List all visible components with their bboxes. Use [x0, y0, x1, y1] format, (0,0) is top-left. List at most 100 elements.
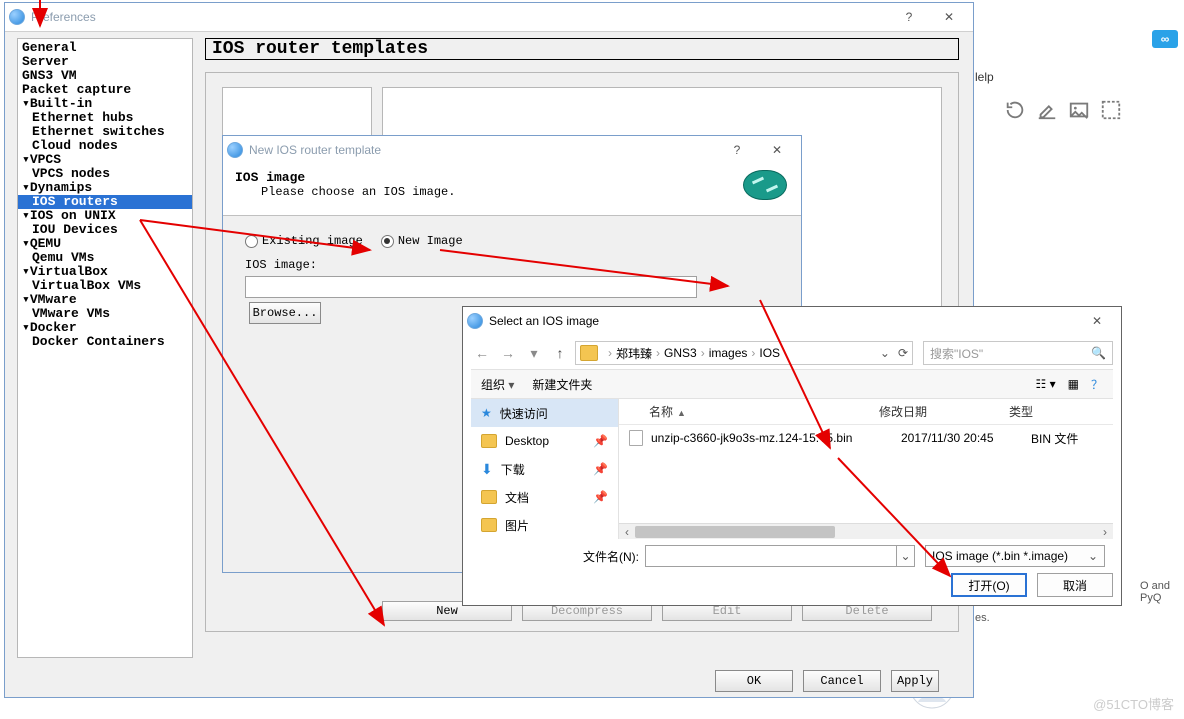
sort-caret-icon: ▲	[677, 408, 686, 418]
browse-button[interactable]: Browse...	[249, 302, 321, 324]
file-row[interactable]: unzip-c3660-jk9o3s-mz.124-15.T5.bin 2017…	[619, 425, 1113, 451]
new-image-radio[interactable]	[381, 235, 394, 248]
file-chooser-dialog: Select an IOS image ✕ ← → ▾ ↑ › 郑玮臻 › GN…	[462, 306, 1122, 606]
file-side-panel[interactable]: ★快速访问 Desktop 📌 ⬇下载📌 文档 📌 图片	[471, 399, 619, 539]
app-icon	[9, 9, 25, 25]
filter-select[interactable]: IOS image (*.bin *.image) ⌄	[925, 545, 1105, 567]
existing-image-label: Existing image	[262, 234, 363, 248]
crumb-4[interactable]: IOS	[759, 346, 780, 360]
scroll-left-icon[interactable]: ‹	[619, 524, 635, 539]
bg-help-menu: lelp	[975, 70, 994, 84]
close-button[interactable]: ✕	[757, 136, 797, 164]
view-options-icon[interactable]: ☷ ▾	[1036, 377, 1056, 391]
tree-virtualbox-vms[interactable]: VirtualBox VMs	[18, 279, 192, 293]
close-button[interactable]: ✕	[1077, 307, 1117, 335]
nav-back-icon[interactable]: ←	[471, 342, 493, 364]
new-folder-button[interactable]: 新建文件夹	[532, 376, 592, 393]
col-header-type[interactable]: 类型	[999, 399, 1113, 424]
side-documents[interactable]: 文档 📌	[471, 483, 618, 511]
nav-up-icon[interactable]: ↑	[549, 342, 571, 364]
open-button[interactable]: 打开(O)	[951, 573, 1027, 597]
file-name: unzip-c3660-jk9o3s-mz.124-15.T5.bin	[651, 431, 901, 445]
tree-vpcs-nodes[interactable]: VPCS nodes	[18, 167, 192, 181]
breadcrumb[interactable]: › 郑玮臻 › GNS3 › images › IOS ⌄⟳	[575, 341, 913, 365]
wizard-header: IOS image Please choose an IOS image.	[223, 164, 801, 216]
side-pictures-label: 图片	[505, 517, 529, 534]
filter-label: IOS image (*.bin *.image)	[932, 549, 1068, 563]
crumb-dropdown-icon[interactable]: ⌄	[880, 346, 890, 360]
cancel-button[interactable]: 取消	[1037, 573, 1113, 597]
crumb-1[interactable]: 郑玮臻	[616, 345, 652, 362]
new-image-label: New Image	[398, 234, 463, 248]
search-input[interactable]: 搜索"IOS" 🔍	[923, 341, 1113, 365]
section-title: IOS router templates	[205, 38, 959, 60]
filename-dropdown-icon[interactable]: ⌄	[897, 545, 915, 567]
side-desktop-label: Desktop	[505, 434, 549, 448]
crop-icon	[1100, 99, 1122, 121]
col-header-date[interactable]: 修改日期	[869, 399, 999, 424]
help-button[interactable]: ?	[889, 3, 929, 31]
side-pictures[interactable]: 图片	[471, 511, 618, 539]
image-icon	[1068, 99, 1090, 121]
close-button[interactable]: ✕	[929, 3, 969, 31]
pin-icon: 📌	[593, 434, 608, 448]
crumb-refresh-icon[interactable]: ⟳	[898, 346, 908, 360]
tree-packet-capture[interactable]: Packet capture	[18, 83, 192, 97]
tree-ethernet-hubs[interactable]: Ethernet hubs	[18, 111, 192, 125]
scroll-right-icon[interactable]: ›	[1097, 524, 1113, 539]
tree-ethernet-switches[interactable]: Ethernet switches	[18, 125, 192, 139]
file-chooser-titlebar[interactable]: Select an IOS image ✕	[463, 307, 1121, 335]
ios-image-input[interactable]	[245, 276, 697, 298]
preview-pane-icon[interactable]: ▦	[1068, 377, 1079, 391]
tree-vpcs[interactable]: ▾VPCS	[18, 153, 192, 167]
tree-docker-containers[interactable]: Docker Containers	[18, 335, 192, 349]
help-icon[interactable]: ？	[1091, 376, 1103, 393]
tree-iou-devices[interactable]: IOU Devices	[18, 223, 192, 237]
tree-ios-on-unix[interactable]: ▾IOS on UNIX	[18, 209, 192, 223]
tree-built-in[interactable]: ▾Built-in	[18, 97, 192, 111]
page-watermark: @51CTO博客	[1093, 694, 1174, 713]
tree-virtualbox[interactable]: ▾VirtualBox	[18, 265, 192, 279]
search-placeholder: 搜索"IOS"	[930, 345, 983, 362]
tree-ios-routers[interactable]: IOS routers	[18, 195, 192, 209]
apply-button[interactable]: Apply	[891, 670, 939, 692]
existing-image-radio[interactable]	[245, 235, 258, 248]
tree-vmware[interactable]: ▾VMware	[18, 293, 192, 307]
cancel-button[interactable]: Cancel	[803, 670, 881, 692]
tree-qemu[interactable]: ▾QEMU	[18, 237, 192, 251]
tree-dynamips[interactable]: ▾Dynamips	[18, 181, 192, 195]
tree-vmware-vms[interactable]: VMware VMs	[18, 307, 192, 321]
tree-docker[interactable]: ▾Docker	[18, 321, 192, 335]
side-documents-label: 文档	[505, 489, 529, 506]
file-list[interactable]: 名称▲ 修改日期 类型 unzip-c3660-jk9o3s-mz.124-15…	[619, 399, 1113, 539]
file-date: 2017/11/30 20:45	[901, 431, 1031, 445]
side-quick-access[interactable]: ★快速访问	[471, 399, 618, 427]
ok-button[interactable]: OK	[715, 670, 793, 692]
scroll-thumb[interactable]	[635, 526, 835, 538]
preferences-title: Preferences	[31, 10, 96, 24]
tree-gns3-vm[interactable]: GNS3 VM	[18, 69, 192, 83]
search-icon: 🔍	[1091, 346, 1106, 360]
nav-forward-icon[interactable]: →	[497, 342, 519, 364]
tree-server[interactable]: Server	[18, 55, 192, 69]
wizard-titlebar[interactable]: New IOS router template ? ✕	[223, 136, 801, 164]
side-desktop[interactable]: Desktop 📌	[471, 427, 618, 455]
crumb-2[interactable]: GNS3	[664, 346, 697, 360]
organize-menu[interactable]: 组织	[481, 376, 514, 393]
filename-input[interactable]	[645, 545, 897, 567]
crumb-3[interactable]: images	[709, 346, 748, 360]
tree-qemu-vms[interactable]: Qemu VMs	[18, 251, 192, 265]
app-icon	[227, 142, 243, 158]
nav-recent-icon[interactable]: ▾	[523, 342, 545, 364]
help-button[interactable]: ?	[717, 136, 757, 164]
wizard-title: New IOS router template	[249, 143, 381, 157]
pin-icon: 📌	[593, 490, 608, 504]
tree-general[interactable]: General	[18, 41, 192, 55]
preferences-titlebar[interactable]: Preferences ? ✕	[5, 3, 973, 31]
preferences-tree[interactable]: General Server GNS3 VM Packet capture ▾B…	[17, 38, 193, 658]
col-header-name[interactable]: 名称▲	[619, 399, 869, 424]
folder-icon	[481, 434, 497, 448]
side-downloads[interactable]: ⬇下载📌	[471, 455, 618, 483]
horizontal-scrollbar[interactable]: ‹ ›	[619, 523, 1113, 539]
tree-cloud-nodes[interactable]: Cloud nodes	[18, 139, 192, 153]
